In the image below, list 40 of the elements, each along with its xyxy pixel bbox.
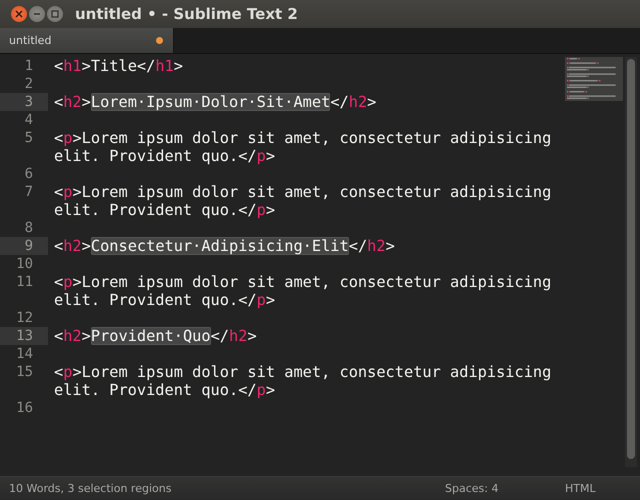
code-line: elit. Provident quo.</p> bbox=[54, 201, 276, 219]
code-line: <p>Lorem ipsum dolor sit amet, consectetur adipisicing bbox=[54, 363, 552, 381]
line-number: 2 bbox=[24, 75, 34, 93]
window-title: untitled • - Sublime Text 2 bbox=[75, 5, 298, 23]
line-number: 13 bbox=[0, 327, 48, 345]
scrollbar[interactable] bbox=[625, 57, 637, 467]
line-number: 7 bbox=[24, 183, 34, 201]
minimap-drawing bbox=[565, 57, 623, 101]
code-line: <p>Lorem ipsum dolor sit amet, consectetur adipisicing bbox=[54, 273, 552, 291]
maximize-button[interactable] bbox=[47, 6, 63, 22]
line-number: 12 bbox=[15, 309, 34, 327]
minimize-button[interactable] bbox=[29, 6, 45, 22]
code-line: elit. Provident quo.</p> bbox=[54, 291, 276, 309]
maximize-icon bbox=[51, 10, 59, 18]
close-button[interactable] bbox=[11, 6, 27, 22]
line-number: 8 bbox=[24, 219, 34, 237]
line-number: 9 bbox=[0, 237, 48, 255]
code-line: <p>Lorem ipsum dolor sit amet, consectetur adipisicing bbox=[54, 183, 552, 201]
line-number: 1 bbox=[24, 57, 34, 75]
line-number: 4 bbox=[24, 111, 34, 129]
code-line: <h1>Title</h1> bbox=[54, 57, 183, 75]
code-line: <p>Lorem ipsum dolor sit amet, consectetur adipisicing bbox=[54, 129, 552, 147]
file-tab[interactable]: untitled bbox=[0, 28, 174, 53]
code-line: elit. Provident quo.</p> bbox=[54, 147, 276, 165]
line-number: 14 bbox=[15, 345, 34, 363]
code-line: <h2>Provident·Quo</h2> bbox=[54, 327, 257, 345]
line-number: 15 bbox=[15, 363, 34, 381]
code-line: <h2>Consectetur·Adipisicing·Elit</h2> bbox=[54, 237, 395, 255]
line-number: 6 bbox=[24, 165, 34, 183]
indentation-setting[interactable]: Spaces: 4 bbox=[445, 482, 565, 495]
line-number: 3 bbox=[0, 93, 48, 111]
line-number: 10 bbox=[15, 255, 34, 273]
line-number: 11 bbox=[15, 273, 34, 291]
close-icon bbox=[15, 10, 23, 18]
line-number: 5 bbox=[24, 129, 34, 147]
line-number: 16 bbox=[15, 399, 34, 417]
code-line: elit. Provident quo.</p> bbox=[54, 381, 276, 399]
status-message: 10 Words, 3 selection regions bbox=[9, 482, 172, 495]
code-line: <h2>Lorem·Ipsum·Dolor·Sit·Amet</h2> bbox=[54, 93, 376, 111]
syntax-setting[interactable]: HTML bbox=[565, 482, 640, 495]
